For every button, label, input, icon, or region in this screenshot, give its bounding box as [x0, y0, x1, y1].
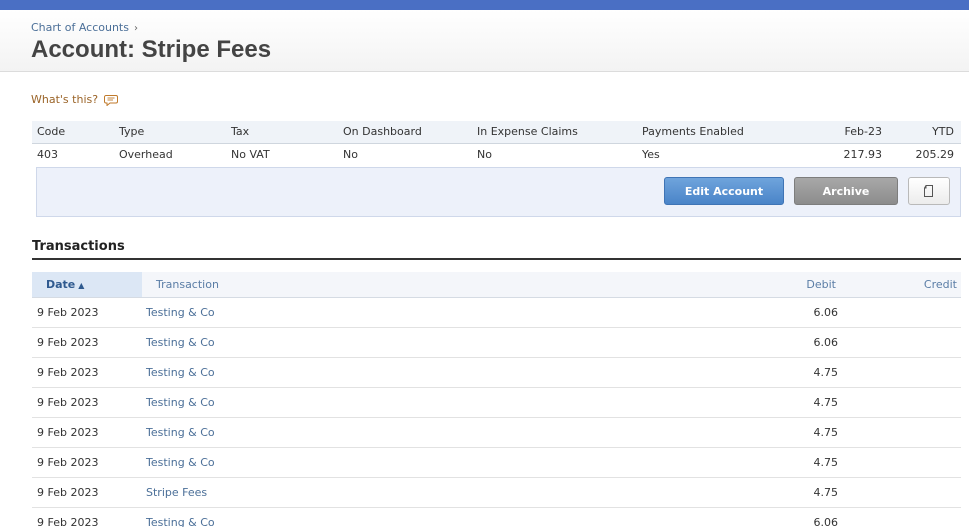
transaction-debit: 6.06: [813, 336, 839, 349]
transaction-date: 9 Feb 2023: [37, 306, 99, 319]
account-summary: Code Type Tax On Dashboard In Expense Cl…: [32, 121, 961, 166]
top-accent-strip: [0, 0, 969, 10]
transactions-header-row: Date ▲ Transaction Debit Credit: [32, 272, 961, 298]
summary-payments-enabled: Yes: [642, 148, 660, 162]
transaction-row[interactable]: 9 Feb 2023 Testing & Co 6.06: [32, 328, 961, 358]
page-header: Chart of Accounts › Account: Stripe Fees: [0, 10, 969, 72]
summary-type: Overhead: [119, 148, 173, 162]
sort-ascending-icon: ▲: [78, 281, 85, 290]
account-action-bar: Edit Account Archive: [36, 167, 961, 217]
transaction-date: 9 Feb 2023: [37, 336, 99, 349]
summary-header-tax: Tax: [226, 121, 338, 144]
transaction-date: 9 Feb 2023: [37, 366, 99, 379]
summary-tax: No VAT: [231, 148, 270, 162]
transaction-debit: 6.06: [813, 306, 839, 319]
transactions-body: 9 Feb 2023 Testing & Co 6.06 9 Feb 2023 …: [32, 298, 961, 527]
transactions-table: Date ▲ Transaction Debit Credit 9 Feb 202…: [32, 272, 961, 527]
transaction-link[interactable]: Testing & Co: [146, 328, 215, 358]
transaction-debit: 4.75: [813, 396, 839, 409]
transaction-row[interactable]: 9 Feb 2023 Testing & Co 4.75: [32, 388, 961, 418]
transaction-row[interactable]: 9 Feb 2023 Testing & Co 4.75: [32, 358, 961, 388]
breadcrumb: Chart of Accounts ›: [31, 21, 138, 34]
summary-value-row: 403 Overhead No VAT No No Yes 217.93 205…: [32, 143, 961, 166]
column-header-date[interactable]: Date ▲: [32, 272, 142, 297]
summary-in-expense-claims: No: [477, 148, 492, 162]
transaction-date: 9 Feb 2023: [37, 456, 99, 469]
column-header-transaction[interactable]: Transaction: [156, 272, 219, 297]
summary-ytd-value: 205.29: [915, 148, 955, 162]
transaction-link[interactable]: Testing & Co: [146, 508, 215, 527]
transaction-debit: 4.75: [813, 366, 839, 379]
transaction-date: 9 Feb 2023: [37, 516, 99, 527]
transaction-row[interactable]: 9 Feb 2023 Testing & Co 6.06: [32, 298, 961, 328]
speech-bubble-icon: [104, 94, 119, 106]
summary-header-month: Feb-23: [807, 121, 889, 144]
transaction-row[interactable]: 9 Feb 2023 Testing & Co 4.75: [32, 418, 961, 448]
transaction-debit: 4.75: [813, 456, 839, 469]
edit-account-button[interactable]: Edit Account: [664, 177, 784, 205]
copy-icon: [924, 185, 933, 197]
transaction-link[interactable]: Testing & Co: [146, 418, 215, 448]
account-summary-table: Code Type Tax On Dashboard In Expense Cl…: [32, 121, 961, 166]
transaction-link[interactable]: Stripe Fees: [146, 478, 207, 508]
transaction-link[interactable]: Testing & Co: [146, 298, 215, 328]
summary-on-dashboard: No: [343, 148, 358, 162]
column-header-debit[interactable]: Debit: [806, 272, 836, 297]
summary-code: 403: [37, 148, 58, 162]
copy-button[interactable]: [908, 177, 950, 205]
column-header-credit[interactable]: Credit: [924, 272, 957, 297]
transaction-date: 9 Feb 2023: [37, 426, 99, 439]
summary-header-payments-enabled: Payments Enabled: [637, 121, 807, 144]
transaction-row[interactable]: 9 Feb 2023 Testing & Co 4.75: [32, 448, 961, 478]
summary-header-type: Type: [114, 121, 226, 144]
summary-header-row: Code Type Tax On Dashboard In Expense Cl…: [32, 121, 961, 144]
breadcrumb-link-chart-of-accounts[interactable]: Chart of Accounts: [31, 21, 129, 34]
page-title: Account: Stripe Fees: [31, 36, 272, 63]
transaction-date: 9 Feb 2023: [37, 396, 99, 409]
summary-month-value: 217.93: [843, 148, 883, 162]
summary-header-ytd: YTD: [889, 121, 961, 144]
transaction-link[interactable]: Testing & Co: [146, 448, 215, 478]
transaction-date: 9 Feb 2023: [37, 486, 99, 499]
transaction-debit: 6.06: [813, 516, 839, 527]
whats-this-label: What's this?: [31, 93, 99, 106]
summary-header-in-expense-claims: In Expense Claims: [472, 121, 637, 144]
transactions-divider: [32, 258, 961, 260]
transaction-link[interactable]: Testing & Co: [146, 358, 215, 388]
summary-header-on-dashboard: On Dashboard: [338, 121, 472, 144]
whats-this-link[interactable]: What's this?: [31, 93, 119, 106]
column-header-date-label: Date: [46, 278, 76, 291]
transaction-row[interactable]: 9 Feb 2023 Testing & Co 6.06: [32, 508, 961, 527]
transactions-title: Transactions: [32, 239, 125, 254]
transaction-row[interactable]: 9 Feb 2023 Stripe Fees 4.75: [32, 478, 961, 508]
archive-button[interactable]: Archive: [794, 177, 898, 205]
breadcrumb-separator: ›: [133, 23, 138, 34]
transaction-debit: 4.75: [813, 426, 839, 439]
transaction-link[interactable]: Testing & Co: [146, 388, 215, 418]
summary-header-code: Code: [32, 121, 114, 144]
transaction-debit: 4.75: [813, 486, 839, 499]
